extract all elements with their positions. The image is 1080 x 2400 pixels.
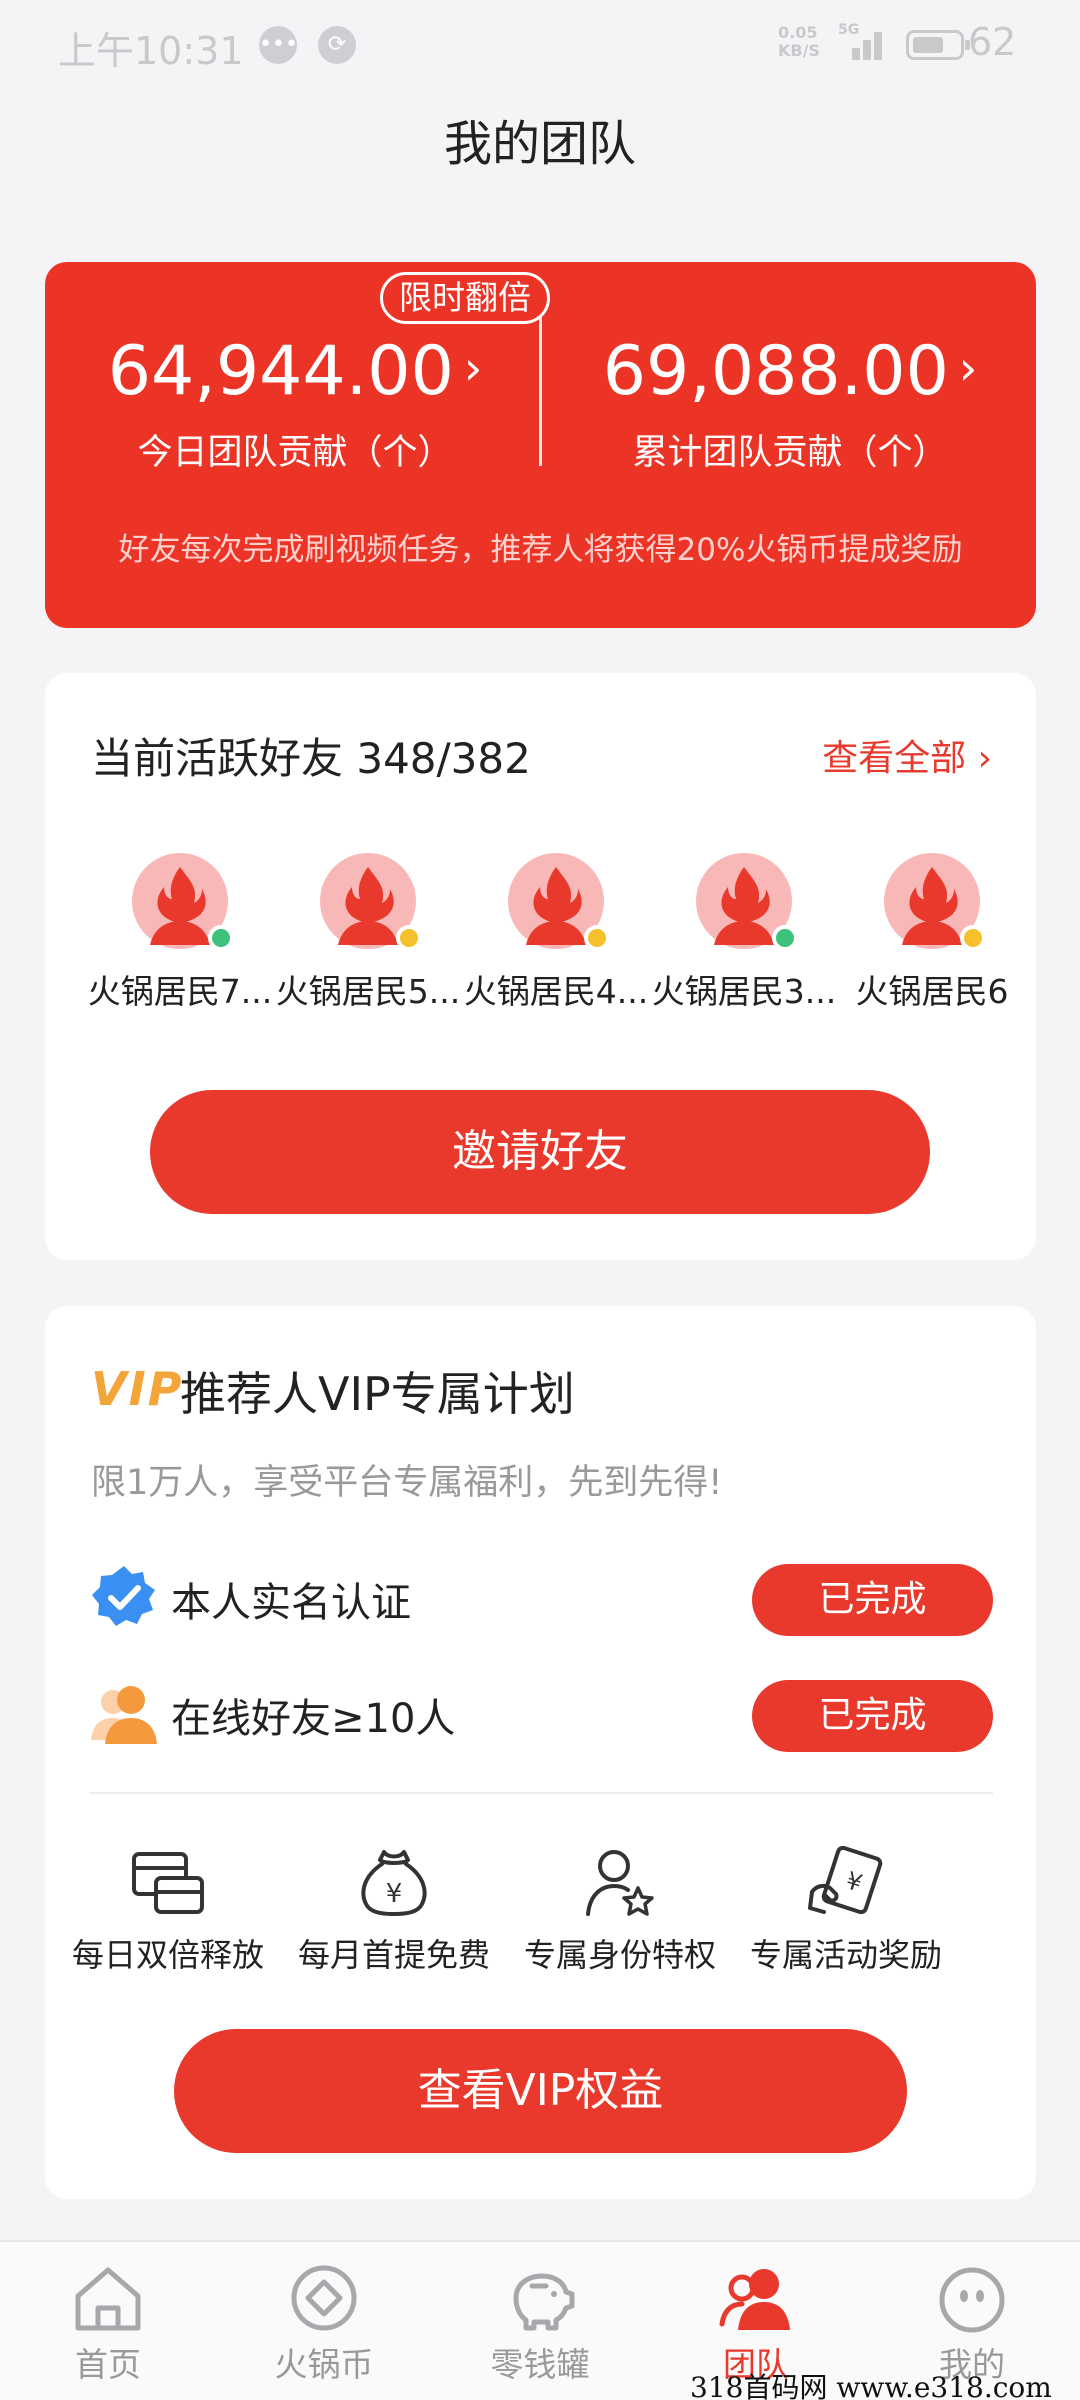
home-icon [75,2267,141,2331]
piggy-bank-icon [513,2273,575,2331]
friend-name: 火锅居民7... [87,972,273,1011]
requirement-label: 在线好友≥10人 [171,1696,456,1742]
today-contribution-value: 64,944.00 [107,332,454,411]
limited-time-badge: 限时翻倍 [380,272,550,324]
signal-icon: 5G [838,22,888,60]
svg-text:¥: ¥ [842,1866,865,1897]
benefit-label: 每日双倍释放 [71,1936,264,1974]
active-friends-title: 当前活跃好友 348/382 [91,734,531,783]
status-bar: 上午10:31 ••• ⟳ 0.05 KB/S 5G 62 [0,0,1080,90]
nav-label: 零钱罐 [490,2345,590,2384]
friend-item[interactable]: 火锅居民7... [85,853,275,1013]
team-icon [719,2269,790,2330]
friend-name: 火锅居民6 [855,972,1009,1011]
vip-logo: VIP [91,1362,184,1416]
coin-icon [291,2265,357,2331]
avatar [320,853,422,951]
online-status-dot [208,925,234,951]
friend-item[interactable]: 火锅居民6 [837,853,1027,1013]
battery-icon [906,30,970,60]
friend-item[interactable]: 火锅居民5... [273,853,463,1013]
total-contribution-value: 69,088.00 [602,332,949,411]
commission-note: 好友每次完成刷视频任务，推荐人将获得20%火锅币提成奖励 [118,532,963,568]
friend-name: 火锅居民4... [463,972,649,1011]
nav-item-home[interactable]: 首页 [0,2262,216,2386]
chevron-right-icon: › [463,341,483,395]
requirement-label: 本人实名认证 [171,1580,411,1626]
vip-plan-card: VIP 推荐人VIP专属计划 限1万人，享受平台专属福利，先到先得! 本人实名认… [45,1306,1036,2199]
section-divider [89,1792,993,1794]
money-bag-icon: ¥ [361,1850,427,1917]
active-friends-card: 当前活跃好友 348/382 查看全部 › 火锅居民7... 火锅居民5... [45,673,1036,1260]
nav-label: 火锅币 [274,2345,374,2384]
today-contribution[interactable]: 64,944.00 › 今日团队贡献（个） [70,322,520,475]
page-title: 我的团队 [443,116,636,172]
online-status-dot [960,925,986,951]
benefit-label: 每月首提免费 [297,1936,490,1974]
network-speed: 0.05 KB/S [778,23,820,60]
avatar [696,853,798,951]
sync-icon: ⟳ [318,26,356,64]
benefit-item[interactable]: ¥ 每月首提免费 [281,1846,507,1976]
battery-level: 62 [968,20,1017,64]
friends-icon [91,1686,157,1744]
verified-badge-icon [92,1566,155,1626]
online-status-dot [584,925,610,951]
profile-icon [939,2267,1005,2333]
today-contribution-label: 今日团队贡献（个） [137,433,453,473]
friend-name: 火锅居民5... [275,972,461,1011]
completed-button[interactable]: 已完成 [752,1564,993,1636]
requirement-real-name: 本人实名认证 已完成 [89,1556,993,1636]
friend-name: 火锅居民3... [651,972,837,1011]
online-status-dot [396,925,422,951]
svg-text:¥: ¥ [386,1879,403,1909]
total-contribution-label: 累计团队贡献（个） [632,433,948,473]
nav-item-coin[interactable]: 火锅币 [216,2262,432,2386]
benefit-label: 专属活动奖励 [749,1936,942,1974]
friend-item[interactable]: 火锅居民3... [649,853,839,1013]
reward-ticket-icon: ¥ [808,1846,883,1915]
completed-button[interactable]: 已完成 [752,1680,993,1752]
user-star-icon [586,1850,654,1916]
vip-plan-title: 推荐人VIP专属计划 [180,1367,575,1421]
friend-item[interactable]: 火锅居民4... [461,853,651,1013]
online-status-dot [772,925,798,951]
invite-friends-button[interactable]: 邀请好友 [150,1090,930,1214]
total-contribution[interactable]: 69,088.00 › 累计团队贡献（个） [565,322,1015,475]
nav-item-piggy-bank[interactable]: 零钱罐 [432,2262,648,2386]
nav-label: 首页 [75,2345,141,2384]
chevron-right-icon: › [958,341,978,395]
avatar [884,853,986,951]
team-contribution-card: 限时翻倍 64,944.00 › 今日团队贡献（个） 69,088.00 › 累计团… [45,262,1036,628]
requirement-online-friends: 在线好友≥10人 已完成 [89,1672,993,1752]
status-time: 上午10:31 [58,29,244,73]
benefit-item[interactable]: ¥ 专属活动奖励 [733,1846,959,1976]
view-vip-benefits-button[interactable]: 查看VIP权益 [174,2029,907,2153]
view-all-link[interactable]: 查看全部 › [822,729,992,781]
avatar [508,853,610,951]
benefit-label: 专属身份特权 [523,1936,716,1974]
watermark: 318首码网 www.e318.com [690,2371,1052,2400]
friend-avatar-list: 火锅居民7... 火锅居民5... 火锅居民4... 火锅居民3... 火锅居民… [85,853,1035,1013]
stat-divider [539,316,542,466]
benefit-item[interactable]: 专属身份特权 [507,1846,733,1976]
message-icon: ••• [259,26,298,64]
benefit-item[interactable]: 每日双倍释放 [55,1846,281,1976]
vip-plan-subtitle: 限1万人，享受平台专属福利，先到先得! [91,1463,723,1503]
avatar [132,853,234,951]
cards-icon [132,1852,204,1914]
vip-benefit-list: 每日双倍释放 ¥ 每月首提免费 专属身份特权 ¥ 专属活动奖励 [55,1846,1026,1986]
